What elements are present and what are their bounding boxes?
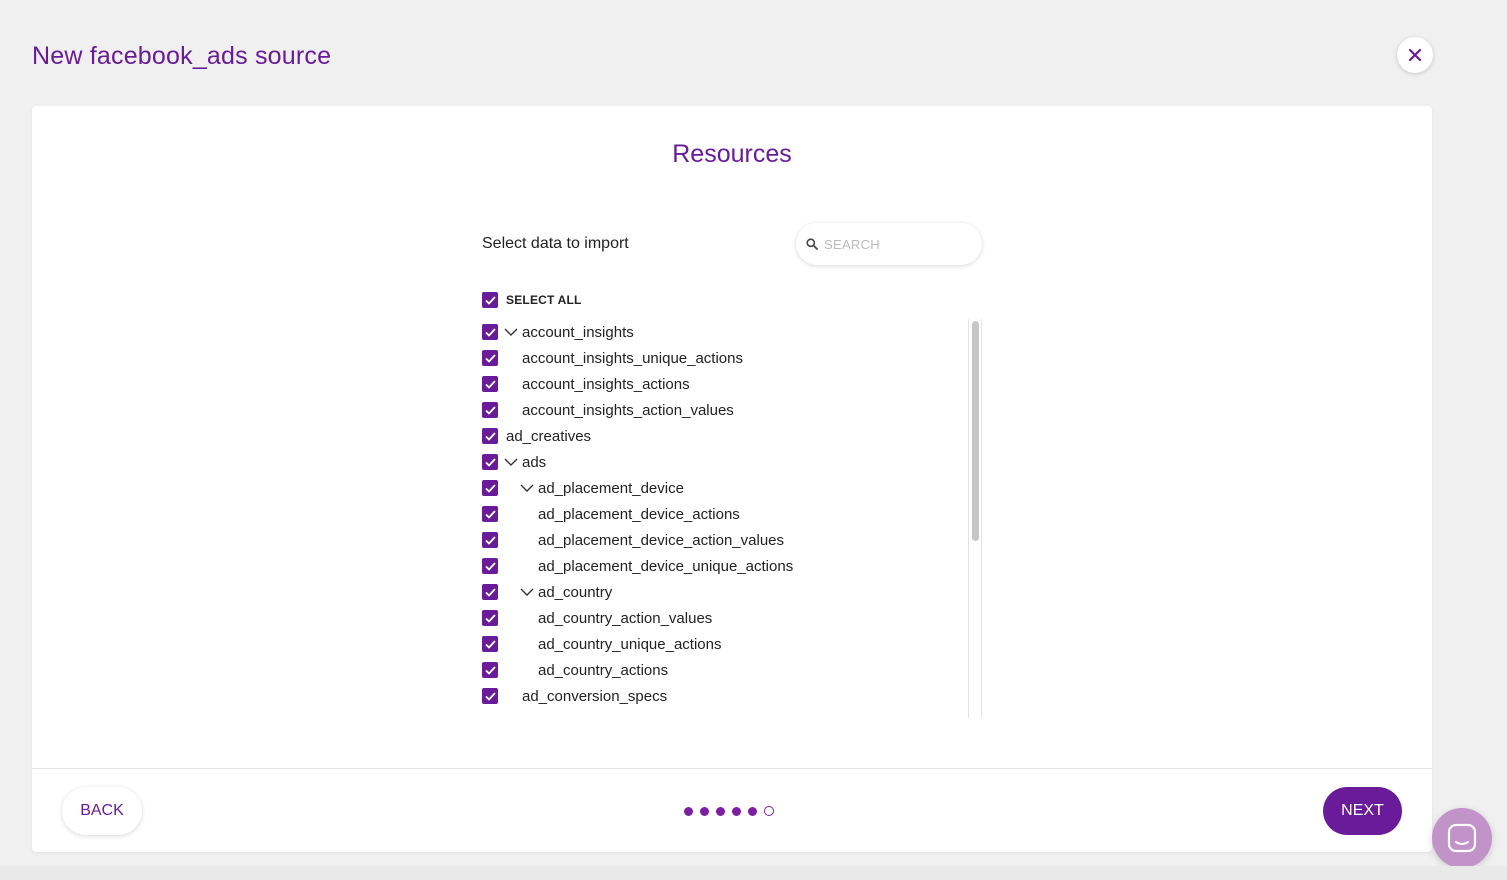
tree-row-label: ad_country_action_values: [538, 609, 713, 627]
tree-row[interactable]: ad_placement_device_action_values: [482, 527, 962, 553]
check-icon: [484, 691, 496, 701]
tree-row[interactable]: account_insights_action_values: [482, 397, 962, 423]
select-all-label: SELECT ALL: [506, 293, 582, 307]
select-data-label: Select data to import: [482, 235, 629, 252]
resource-tree: account_insights account_insights_unique_…: [482, 319, 982, 718]
check-icon: [484, 613, 496, 623]
bottom-strip: [0, 866, 1507, 880]
tree-row[interactable]: account_insights_actions: [482, 371, 962, 397]
tree-row[interactable]: ad_placement_device_actions: [482, 501, 962, 527]
tree-row-label: ad_conversion_specs: [522, 687, 668, 705]
check-icon: [484, 405, 496, 415]
tree-row-checkbox[interactable]: [482, 584, 498, 600]
step-dot: [716, 806, 725, 816]
check-icon: [484, 457, 496, 467]
tree-row-label: ad_country_actions: [538, 661, 669, 679]
step-dot: [684, 806, 693, 816]
tree-row[interactable]: ad_country_actions: [482, 657, 962, 683]
check-icon: [484, 639, 496, 649]
check-icon: [484, 431, 496, 441]
chevron-down-icon[interactable]: [504, 325, 518, 339]
tree-row-checkbox[interactable]: [482, 662, 498, 678]
check-icon: [484, 327, 496, 337]
tree-row-label: account_insights: [522, 323, 634, 341]
tree-row-label: account_insights_actions: [522, 375, 690, 393]
back-button[interactable]: BACK: [62, 787, 142, 835]
tree-row-checkbox[interactable]: [482, 610, 498, 626]
footer-divider: [32, 768, 1432, 769]
tree-row-label: account_insights_unique_actions: [522, 349, 743, 367]
tree-row[interactable]: ad_creatives: [482, 423, 962, 449]
check-icon: [484, 587, 496, 597]
chevron-down-icon[interactable]: [520, 481, 534, 495]
scrollbar-thumb[interactable]: [972, 321, 979, 541]
tree-row-checkbox[interactable]: [482, 350, 498, 366]
tree-row-label: account_insights_action_values: [522, 401, 734, 419]
tree-row-checkbox[interactable]: [482, 480, 498, 496]
tree-row-checkbox[interactable]: [482, 688, 498, 704]
tree-row-label: ad_country_unique_actions: [538, 635, 722, 653]
tree-row[interactable]: ad_country_action_values: [482, 605, 962, 631]
chat-icon: [1447, 823, 1477, 853]
check-icon: [484, 535, 496, 545]
step-dot: [764, 806, 774, 816]
select-all-row[interactable]: SELECT ALL: [482, 292, 582, 308]
close-button[interactable]: [1397, 37, 1433, 73]
check-icon: [484, 353, 496, 363]
tree-row[interactable]: account_insights: [482, 319, 962, 345]
page-title: New facebook_ads source: [32, 42, 332, 70]
close-icon: [1408, 48, 1422, 62]
step-indicator: [684, 806, 781, 816]
tree-row-checkbox[interactable]: [482, 376, 498, 392]
tree-row[interactable]: ads: [482, 449, 962, 475]
search-input[interactable]: [824, 236, 974, 252]
tree-row[interactable]: account_insights_unique_actions: [482, 345, 962, 371]
tree-row-label: ads: [522, 453, 547, 471]
tree-row[interactable]: ad_placement_device: [482, 475, 962, 501]
tree-row[interactable]: ad_placement_device_unique_actions: [482, 553, 962, 579]
resources-card: Resources Select data to import SELECT A…: [32, 106, 1432, 852]
tree-row-checkbox[interactable]: [482, 324, 498, 340]
tree-scrollbar[interactable]: [968, 319, 982, 718]
tree-row[interactable]: ad_conversion_specs: [482, 683, 962, 709]
search-icon: [806, 238, 818, 250]
tree-row-checkbox[interactable]: [482, 532, 498, 548]
next-button[interactable]: NEXT: [1323, 787, 1402, 835]
check-icon: [484, 295, 496, 305]
tree-row-label: ad_placement_device_unique_actions: [538, 557, 794, 575]
tree-row-checkbox[interactable]: [482, 402, 498, 418]
check-icon: [484, 379, 496, 389]
section-title: Resources: [672, 140, 792, 168]
tree-row-label: ad_placement_device: [538, 479, 684, 497]
check-icon: [484, 665, 496, 675]
tree-row-checkbox[interactable]: [482, 636, 498, 652]
step-dot: [700, 806, 709, 816]
step-dot: [748, 806, 757, 816]
chevron-down-icon[interactable]: [520, 585, 534, 599]
select-all-checkbox[interactable]: [482, 292, 498, 308]
chat-launcher-button[interactable]: [1432, 808, 1492, 868]
tree-row-label: ad_creatives: [506, 427, 592, 445]
search-box: [796, 223, 982, 265]
check-icon: [484, 483, 496, 493]
check-icon: [484, 561, 496, 571]
tree-row-checkbox[interactable]: [482, 428, 498, 444]
tree-row-label: ad_country: [538, 583, 613, 601]
tree-row-checkbox[interactable]: [482, 558, 498, 574]
tree-row[interactable]: ad_country_unique_actions: [482, 631, 962, 657]
tree-row-checkbox[interactable]: [482, 454, 498, 470]
step-dot: [732, 806, 741, 816]
tree-row-label: ad_placement_device_action_values: [538, 531, 785, 549]
chevron-down-icon[interactable]: [504, 455, 518, 469]
tree-row[interactable]: ad_country: [482, 579, 962, 605]
tree-row-checkbox[interactable]: [482, 506, 498, 522]
check-icon: [484, 509, 496, 519]
tree-row-label: ad_placement_device_actions: [538, 505, 740, 523]
